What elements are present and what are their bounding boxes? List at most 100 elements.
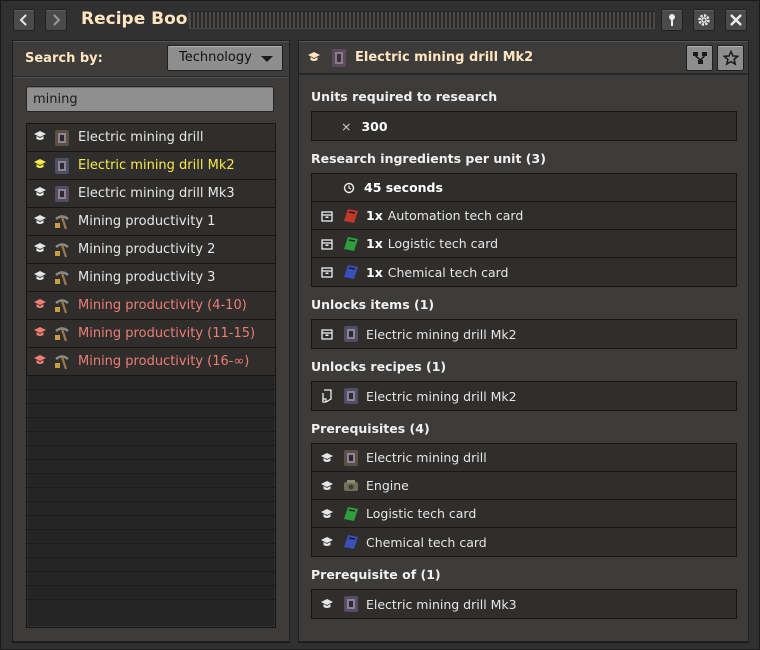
result-list-item[interactable]: Mining productivity 3 [27,264,275,292]
unlocked-item-label: Electric mining drill Mk2 [366,326,517,342]
technology-cap-icon [34,158,46,168]
result-label: Mining productivity (11-15) [78,326,256,341]
recipe-book-window: Recipe Book Search by: Technology Electr… [0,0,760,650]
prerequisite-row[interactable]: Electric mining drill [312,444,736,472]
ingredient-row[interactable]: 1x Chemical tech card [312,258,736,286]
ingredient-label: Chemical tech card [387,264,509,280]
favorite-button[interactable] [717,45,744,71]
chevron-right-icon [53,14,61,26]
empty-row [27,530,275,544]
search-input[interactable] [26,86,274,112]
ingredient-qty: 1x [366,208,383,223]
unlocks-items-box: Electric mining drill Mk2 [311,319,737,349]
units-value: 300 [361,118,388,134]
research-time-row: 45 seconds [312,174,736,202]
empty-row [27,502,275,516]
technology-cap-icon [34,354,46,364]
item-icon [320,210,334,222]
prerequisite-of-box: Electric mining drill Mk3 [311,589,737,619]
result-list-item[interactable]: Electric mining drill Mk2 [27,152,275,180]
back-button[interactable] [13,9,35,31]
drag-handle[interactable] [189,11,655,29]
result-label: Mining productivity (16-∞) [78,354,250,369]
mining-drill-icon [344,449,358,466]
technology-cap-icon [34,214,46,224]
units-box: × 300 [311,111,737,141]
divider [13,76,289,78]
unlocks-recipes-title: Unlocks recipes (1) [311,359,447,374]
pickaxe-icon [55,242,69,257]
ingredient-row[interactable]: 1x Logistic tech card [312,230,736,258]
empty-row [27,516,275,530]
result-list-item[interactable]: Mining productivity (4-10) [27,292,275,320]
result-list-item[interactable]: Mining productivity 1 [27,208,275,236]
mining-drill-mk2-icon [55,157,69,174]
technology-cap-icon [321,537,333,546]
search-panel: Search by: Technology Electric mining dr… [12,40,290,642]
chemical-card-icon [344,265,358,279]
unlocked-recipe-row[interactable]: Electric mining drill Mk2 [312,382,736,410]
result-label: Mining productivity (4-10) [78,298,247,313]
empty-row [27,446,275,460]
chevron-down-icon [261,56,273,62]
result-list-item[interactable]: Electric mining drill Mk3 [27,180,275,208]
empty-row [27,572,275,586]
technology-cap-icon [34,270,46,280]
technology-cap-icon [34,130,46,140]
prerequisite-label: Electric mining drill [366,450,487,465]
mining-drill-mk2-icon [332,49,346,67]
search-type-value: Technology [179,50,252,65]
tech-tree-button[interactable] [686,45,713,71]
empty-row [27,390,275,404]
search-by-label: Search by: [25,51,103,66]
pin-button[interactable] [661,9,683,31]
close-button[interactable] [725,9,747,31]
technology-cap-icon [321,599,333,608]
mining-drill-mk2-icon [344,326,358,342]
tech-tree-icon [692,52,707,64]
results-list[interactable]: Electric mining drill Electric mining dri… [26,123,276,628]
result-list-item[interactable]: Electric mining drill [27,124,275,152]
window-title: Recipe Book [81,9,199,29]
prerequisite-label: Chemical tech card [366,534,487,550]
empty-row [27,558,275,572]
result-label: Electric mining drill Mk2 [78,158,235,173]
units-symbol: × [341,118,352,134]
settings-button[interactable] [693,9,715,31]
mining-drill-mk3-icon [344,596,358,612]
ingredient-row[interactable]: 1x Automation tech card [312,202,736,230]
technology-cap-icon [34,326,46,336]
prerequisite-of-row[interactable]: Electric mining drill Mk3 [312,590,736,618]
search-type-dropdown[interactable]: Technology [167,45,283,71]
clock-icon [342,182,356,194]
empty-row [27,432,275,446]
result-list-item[interactable]: Mining productivity 2 [27,236,275,264]
technology-cap-icon [34,186,46,196]
recipe-icon [320,389,334,403]
mining-drill-icon [55,129,69,146]
logistic-card-icon [344,236,358,251]
prerequisite-row[interactable]: Chemical tech card [312,528,736,556]
item-icon [320,238,334,250]
unlocked-item-row[interactable]: Electric mining drill Mk2 [312,320,736,348]
gear-icon [698,14,710,26]
forward-button[interactable] [45,9,67,31]
empty-row [27,488,275,502]
result-list-item[interactable]: Mining productivity (11-15) [27,320,275,348]
result-label: Mining productivity 2 [78,242,216,257]
chevron-left-icon [19,14,27,26]
prerequisite-row[interactable]: Engine [312,472,736,500]
result-list-item[interactable]: Mining productivity (16-∞) [27,348,275,376]
prerequisite-row[interactable]: Logistic tech card [312,500,736,528]
empty-row [27,404,275,418]
empty-row [27,418,275,432]
ingredient-qty: 1x [366,236,383,251]
ingredient-qty: 1x [366,264,383,280]
technology-cap-icon [321,452,333,462]
research-time: 45 seconds [364,180,443,195]
item-icon [320,328,334,340]
details-title: Electric mining drill Mk2 [355,50,534,65]
pin-icon [669,14,675,26]
units-row: × 300 [312,112,736,140]
empty-row [27,474,275,488]
